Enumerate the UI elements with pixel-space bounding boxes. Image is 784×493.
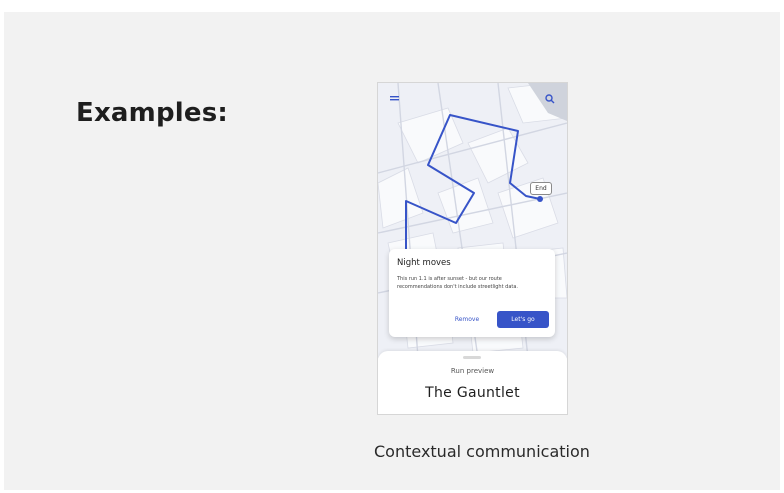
lets-go-button[interactable]: Let's go [497,311,549,328]
slide: Examples: End Night moves This run 1.1 i… [4,12,780,490]
sheet-drag-handle[interactable] [463,356,481,359]
search-icon[interactable] [544,93,556,105]
slide-heading: Examples: [76,98,228,128]
route-end-label: End [530,182,552,195]
night-moves-dialog: Night moves This run 1.1 is after sunset… [389,249,555,337]
dialog-body: This run 1.1 is after sunset - but our r… [397,276,519,290]
route-end-dot [537,196,543,202]
remove-button[interactable]: Remove [447,313,487,327]
phone-mockup: End Night moves This run 1.1 is after su… [377,82,568,415]
run-preview-sheet[interactable]: Run preview The Gauntlet [378,351,567,414]
run-preview-label: Run preview [450,367,495,375]
menu-icon[interactable] [389,93,401,105]
slide-caption: Contextual communication [374,442,590,461]
dialog-title: Night moves [397,258,451,268]
route-name: The Gauntlet [425,385,520,401]
